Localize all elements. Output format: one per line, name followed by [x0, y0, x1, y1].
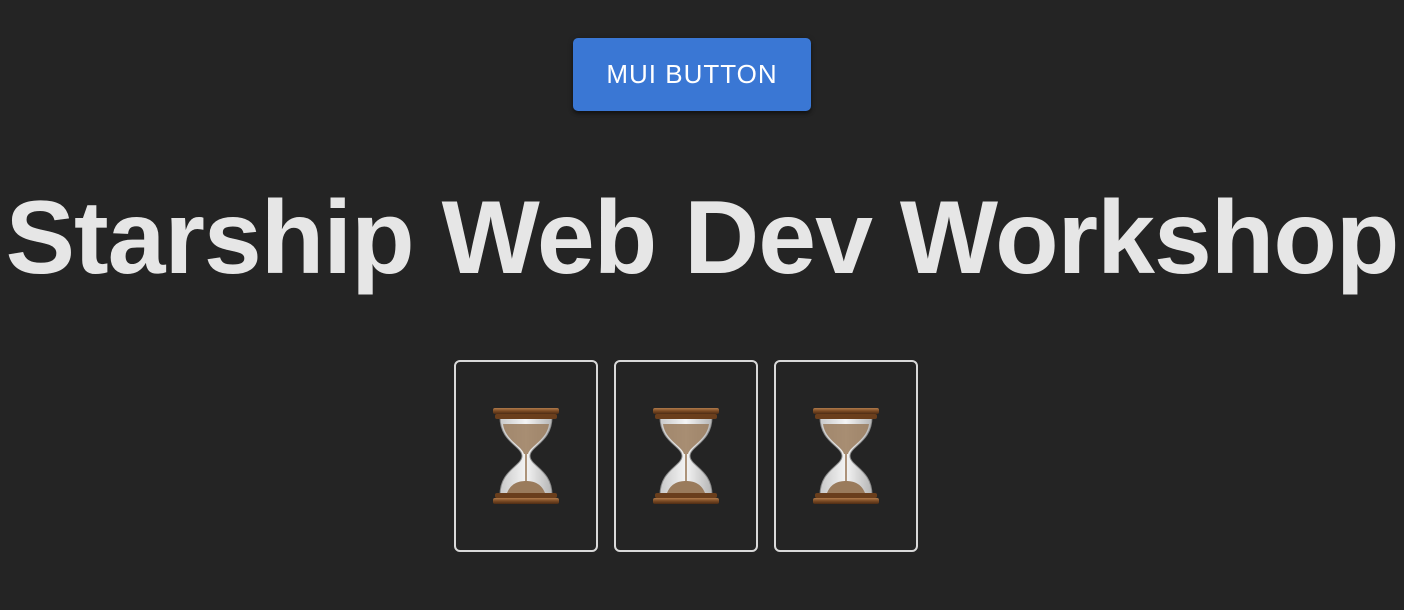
hourglass-card-1[interactable] [454, 360, 598, 552]
page-title: Starship Web Dev Workshop [5, 180, 1400, 296]
hourglass-card-3[interactable] [774, 360, 918, 552]
hourglass-icon [493, 408, 559, 504]
mui-button[interactable]: MUI BUTTON [573, 38, 811, 111]
hourglass-icon [813, 408, 879, 504]
hourglass-icon [653, 408, 719, 504]
card-row [454, 360, 918, 552]
hourglass-card-2[interactable] [614, 360, 758, 552]
